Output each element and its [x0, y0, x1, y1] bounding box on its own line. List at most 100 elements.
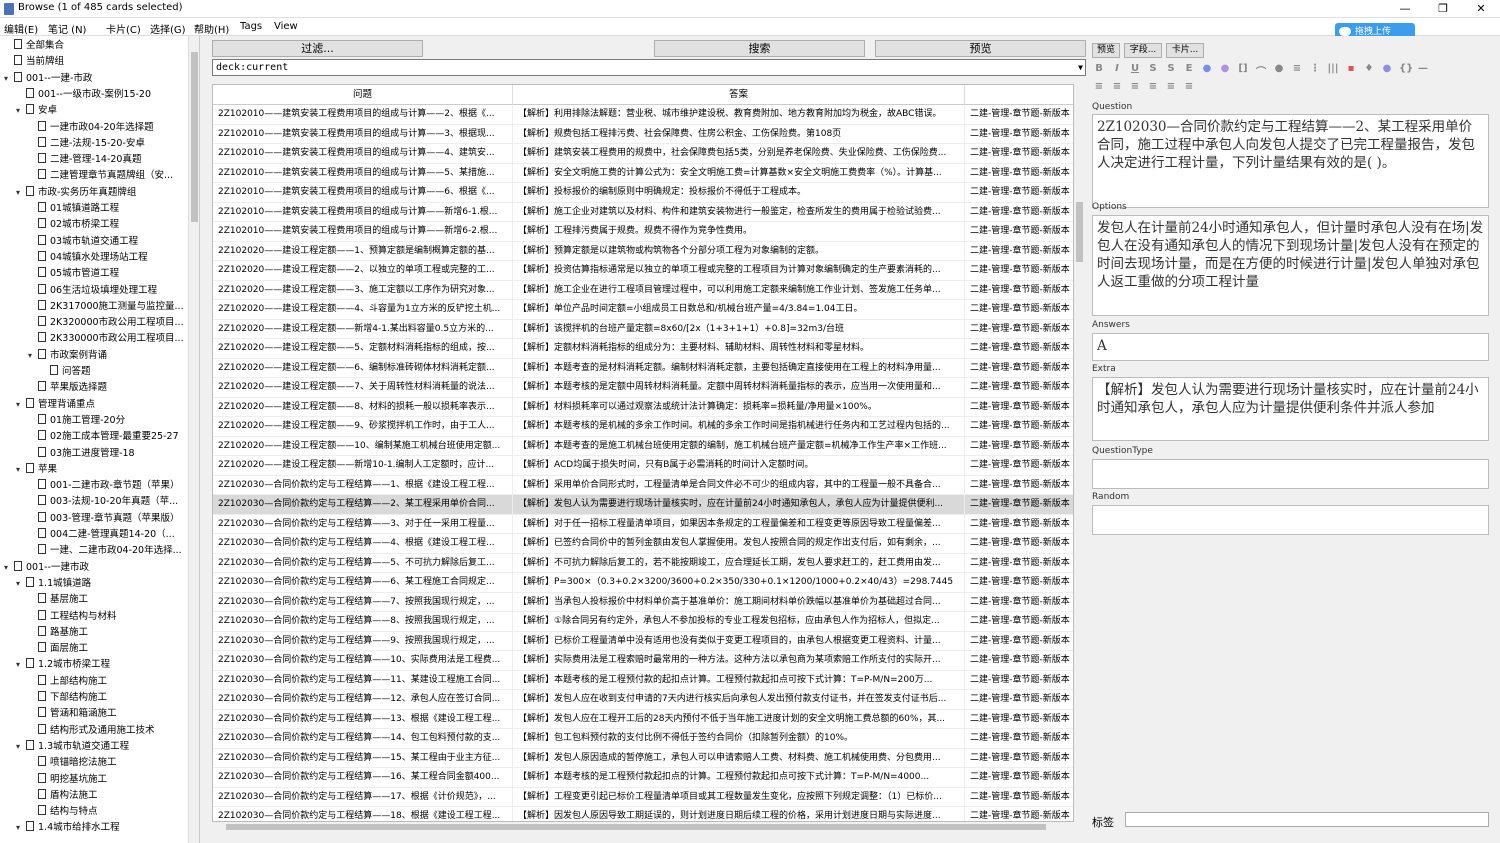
chevron-down-icon[interactable]: ▾ [16, 397, 26, 413]
table-row[interactable]: 2Z102030—合同价款约定与工程结算——11、某建设工程施工合同... 【解析… [213, 670, 1073, 690]
sidebar-item[interactable]: 一建、二建市政04-20年选择... [28, 543, 182, 559]
sidebar-item[interactable]: ▾ 安卓 [16, 103, 57, 119]
column-question[interactable]: 问题 [213, 85, 513, 105]
table-row[interactable]: 2Z102030—合同价款约定与工程结算——12、承包人应在签订合同... 【解析… [213, 690, 1073, 710]
menu-view[interactable]: View [274, 21, 298, 32]
table-row[interactable]: 2Z102010——建筑安装工程费用项目的组成与计算——6、根据《... 【解析】… [213, 183, 1073, 203]
chevron-down-icon[interactable]: ▾ [16, 820, 26, 836]
text-color-icon[interactable]: ● [1201, 63, 1213, 76]
align-justify-icon[interactable]: ≡ [1147, 81, 1159, 94]
sidebar-item[interactable]: 二建-法规-15-20-安卓 [28, 136, 145, 152]
chevron-down-icon[interactable]: ▾ [16, 739, 26, 755]
column-deck[interactable] [965, 85, 1073, 105]
table-row[interactable]: 2Z102030—合同价款约定与工程结算——3、对于任一采用工程量... 【解析】… [213, 514, 1073, 534]
table-row[interactable]: 2Z102020——建设工程定额——1、预算定额是编制概算定额的基... 【解析】… [213, 241, 1073, 261]
table-row[interactable]: 2Z102030—合同价款约定与工程结算——8、按照我国现行规定，... 【解析】… [213, 612, 1073, 632]
table-row[interactable]: 2Z102030—合同价款约定与工程结算——17、根据《计价规范》，... 【解析… [213, 787, 1073, 807]
chevron-down-icon[interactable]: ▾ [16, 462, 26, 478]
table-row[interactable]: 2Z102010——建筑安装工程费用项目的组成与计算——4、建筑安... 【解析】… [213, 144, 1073, 164]
table-row[interactable]: 2Z102030—合同价款约定与工程结算——1、根据《建设工程工程... 【解析】… [213, 475, 1073, 495]
table-row[interactable]: 2Z102010——建筑安装工程费用项目的组成与计算——新增6-1.根... 【解… [213, 202, 1073, 222]
answers-field[interactable]: A [1092, 333, 1489, 361]
table-row[interactable]: 2Z102020——建设工程定额——6、编制标准砖砌体材料消耗定额... 【解析】… [213, 358, 1073, 378]
table-row[interactable]: 2Z102030—合同价款约定与工程结算——7、按照我国现行规定，... 【解析】… [213, 592, 1073, 612]
fields-button[interactable]: 字段... [1124, 43, 1162, 58]
table-row[interactable]: 2Z102030—合同价款约定与工程结算——18、根据《建设工程工程... 【解析… [213, 807, 1073, 821]
table-row[interactable]: 2Z102020——建设工程定额——新增4-1.某出料容量0.5立方米的... 【… [213, 319, 1073, 339]
sidebar-item[interactable]: 003-管理-章节真题（苹果版） [28, 511, 180, 527]
column-answer[interactable]: 答案 [513, 85, 965, 105]
sidebar-item[interactable]: 全部集合 [4, 38, 64, 54]
menu-tags[interactable]: Tags [240, 21, 262, 32]
bold-icon[interactable]: B [1093, 63, 1105, 76]
html-editor-icon[interactable]: {} [1399, 63, 1413, 76]
sidebar-item[interactable]: ▾ 管理背诵重点 [16, 397, 95, 413]
table-row[interactable]: 2Z102020——建设工程定额——3、施工定额以工序作为研究对象... 【解析】… [213, 280, 1073, 300]
tags-input[interactable] [1125, 812, 1489, 827]
question-field[interactable]: 2Z102030—合同价款约定与工程结算——2、某工程采用单价合同，施工过程中承… [1092, 114, 1489, 208]
sidebar-item[interactable]: 2K317000施工测量与监控量... [28, 299, 184, 315]
random-field[interactable] [1092, 505, 1489, 535]
table-row[interactable]: 2Z102020——建设工程定额——5、定额材料消耗指标的组成，按... 【解析】… [213, 339, 1073, 359]
sidebar-item[interactable]: ▾ 1.4城市给排水工程 [16, 820, 120, 836]
sidebar-item[interactable]: 一建市政04-20年选择题 [28, 120, 154, 136]
sidebar-item[interactable]: 管涵和箱涵施工 [28, 706, 117, 722]
sidebar-item[interactable]: ▾ 001--一建市政 [4, 560, 89, 576]
sidebar-item[interactable]: 当前牌组 [4, 54, 64, 70]
close-button[interactable]: ✕ [1462, 0, 1500, 18]
sidebar-item[interactable]: 02施工成本管理-最重要25-27 [28, 429, 179, 445]
search-input[interactable]: deck:current ▼ [212, 59, 1086, 76]
table-row[interactable]: 2Z102020——建设工程定额——4、斗容量为1立方米的反铲挖土机... 【解析… [213, 300, 1073, 320]
questiontype-field[interactable] [1092, 459, 1489, 489]
cards-button[interactable]: 卡片... [1166, 43, 1204, 58]
chevron-down-icon[interactable]: ▾ [16, 576, 26, 592]
table-row[interactable]: 2Z102020——建设工程定额——7、关于周转性材料消耗量的说法... 【解析】… [213, 378, 1073, 398]
sidebar-item[interactable]: 明挖基坑施工 [28, 772, 107, 788]
sidebar-item[interactable]: 2K330000市政公用工程项目... [28, 331, 184, 347]
sidebar-item[interactable]: 01城镇道路工程 [28, 201, 119, 217]
sidebar-scrollbar[interactable] [188, 36, 199, 843]
menu-help[interactable]: 帮助(H) [194, 21, 229, 36]
sidebar-item[interactable]: 04城镇水处理场站工程 [28, 250, 148, 266]
align-right-icon[interactable]: ≡ [1129, 81, 1141, 94]
sidebar-item[interactable]: 基层施工 [28, 592, 88, 608]
editor-preview-button[interactable]: 预览 [1092, 43, 1120, 58]
sidebar-item[interactable]: ▾ 1.2城市桥梁工程 [16, 657, 110, 673]
sidebar-item[interactable]: 001--一级市政-案例15-20 [16, 87, 151, 103]
mic-icon[interactable]: ♦ [1363, 63, 1375, 76]
superscript-icon[interactable]: S [1147, 63, 1159, 76]
preview-button[interactable]: 预览 [875, 40, 1086, 57]
record-icon[interactable]: ● [1273, 63, 1285, 76]
table-row[interactable]: 2Z102030—合同价款约定与工程结算——4、根据《建设工程工程... 【解析】… [213, 534, 1073, 554]
sidebar-item[interactable]: 上部结构施工 [28, 674, 107, 690]
ordered-list-icon[interactable]: ≡ [1183, 81, 1195, 94]
indent-icon[interactable]: ⋮ [1309, 63, 1321, 76]
image-icon[interactable]: ▪ [1345, 63, 1357, 76]
sidebar-item[interactable]: ▾ 市政案例背诵 [28, 348, 107, 364]
search-button[interactable]: 搜索 [654, 40, 865, 57]
table-row[interactable]: 2Z102020——建设工程定额——9、砂浆搅拌机工作时，由于工人... 【解析】… [213, 417, 1073, 437]
sidebar-item[interactable]: 001-二建市政-章节题（苹果） [28, 478, 180, 494]
options-field[interactable]: 发包人在计量前24小时通知承包人，但计量时承包人没有在场|发包人在没有通知承包人… [1092, 215, 1489, 316]
attach-icon[interactable]: ⌒ [1255, 63, 1267, 78]
table-vertical-scrollbar[interactable] [1074, 84, 1085, 822]
sidebar-item[interactable]: 03城市轨道交通工程 [28, 234, 138, 250]
extra-field[interactable]: 【解析】发包人认为需要进行现场计量核实时，应在计量前24小时通知承包人，承包人应… [1092, 377, 1489, 441]
menu-go[interactable]: 选择(G) [150, 21, 186, 36]
table-row[interactable]: 2Z102010——建筑安装工程费用项目的组成与计算——2、根据《... 【解析】… [213, 105, 1073, 125]
table-row[interactable]: 2Z102030—合同价款约定与工程结算——6、某工程施工合同规定... 【解析】… [213, 573, 1073, 593]
underline-icon[interactable]: U [1129, 63, 1141, 76]
chevron-down-icon[interactable]: ▾ [28, 348, 38, 364]
table-row[interactable]: 2Z102010——建筑安装工程费用项目的组成与计算——3、根据现... 【解析】… [213, 124, 1073, 144]
sidebar-item[interactable]: 01施工管理-20分 [28, 413, 125, 429]
sidebar-item[interactable]: 004二建-管理真题14-20（... [28, 527, 175, 543]
align-center-icon[interactable]: ≡ [1111, 81, 1123, 94]
table-row[interactable]: 2Z102030—合同价款约定与工程结算——15、某工程由于业主方征... 【解析… [213, 748, 1073, 768]
sidebar-item[interactable]: 003-法规-10-20年真题（苹... [28, 494, 178, 510]
table-row[interactable]: 2Z102030—合同价款约定与工程结算——14、包工包料预付款的支... 【解析… [213, 729, 1073, 749]
sidebar-item[interactable]: 结构形式及通用施工技术 [28, 723, 155, 739]
sidebar-item[interactable]: 二建管理章节真题牌组（安... [28, 168, 173, 184]
align-left-icon[interactable]: ≡ [1093, 81, 1105, 94]
line-icon[interactable]: — [1417, 63, 1429, 76]
table-row[interactable]: 2Z102020——建设工程定额——2、以独立的单项工程或完整的工... 【解析】… [213, 261, 1073, 281]
